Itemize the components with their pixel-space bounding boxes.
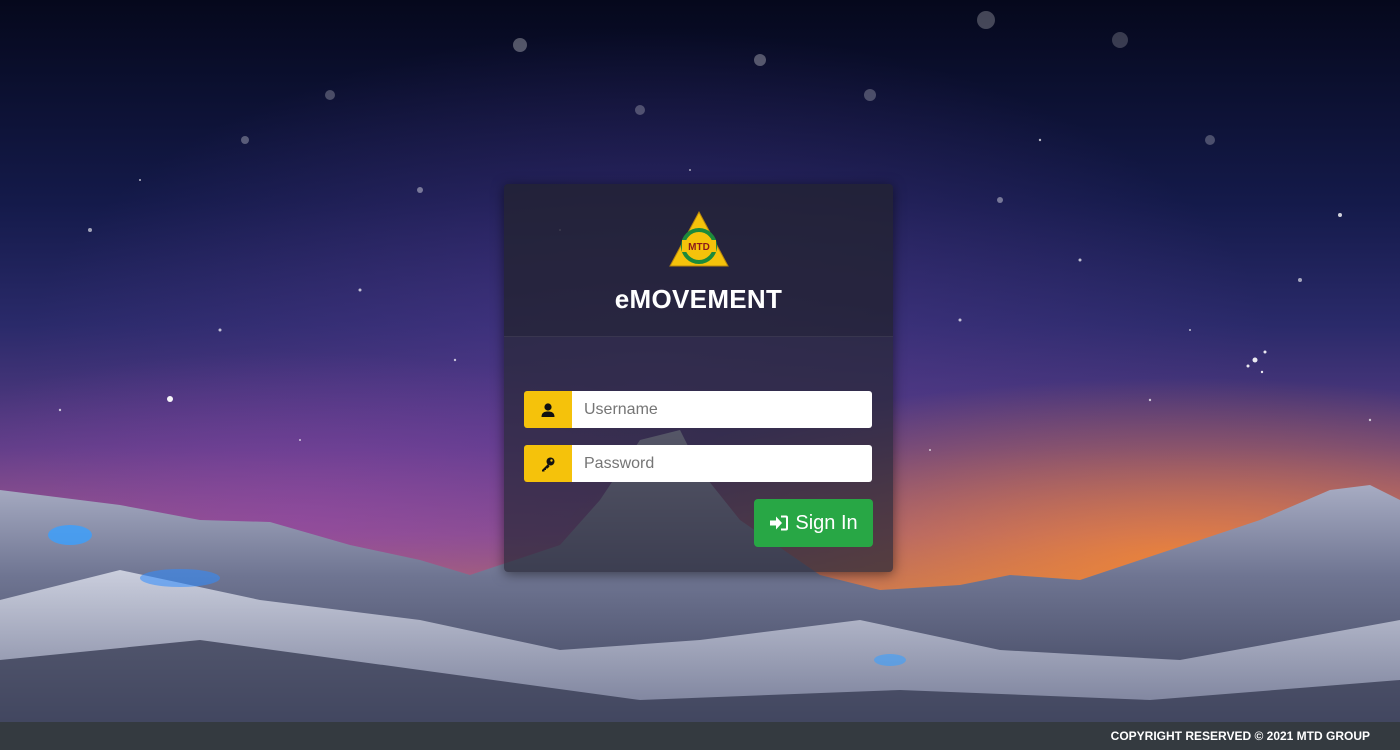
- password-addon: [524, 445, 572, 482]
- copyright-text: COPYRIGHT RESERVED © 2021 MTD GROUP: [1110, 729, 1370, 743]
- password-input[interactable]: [572, 445, 872, 482]
- login-panel: MTD eMOVEMENT Sign In: [504, 184, 893, 572]
- username-field: [524, 391, 872, 428]
- logo-text: MTD: [688, 242, 710, 253]
- sign-in-button[interactable]: Sign In: [754, 499, 873, 547]
- sign-in-icon: [770, 515, 789, 531]
- sign-in-label: Sign In: [795, 511, 858, 534]
- footer: COPYRIGHT RESERVED © 2021 MTD GROUP: [0, 722, 1400, 750]
- mtd-logo: MTD: [669, 210, 729, 267]
- login-header: MTD eMOVEMENT: [504, 184, 893, 337]
- username-input[interactable]: [572, 391, 872, 428]
- key-icon: [542, 457, 555, 471]
- user-icon: [541, 402, 555, 417]
- brand-title: eMOVEMENT: [614, 284, 783, 314]
- password-field: [524, 445, 872, 482]
- username-addon: [524, 391, 572, 428]
